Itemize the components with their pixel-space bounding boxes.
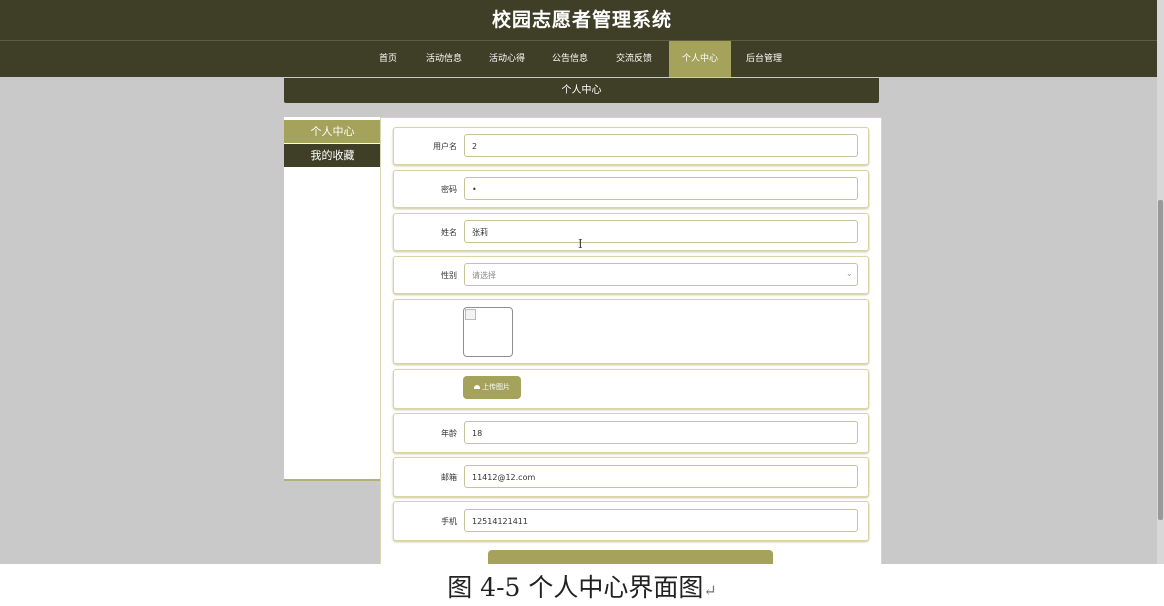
age-field[interactable]: 18 [464, 421, 858, 444]
email-field[interactable]: 11412@12.com [464, 465, 858, 488]
nav-item-experiences[interactable]: 活动心得 [481, 41, 533, 77]
sidebar: 个人中心 我的收藏 [284, 117, 381, 481]
app-title: 校园志愿者管理系统 [491, 9, 672, 31]
age-label: 年龄 [441, 429, 457, 438]
figure-caption: 图 4-5 个人中心界面图↵ [0, 568, 1164, 604]
email-label: 邮箱 [441, 473, 457, 482]
nav-item-feedback[interactable]: 交流反馈 [608, 41, 660, 77]
name-field[interactable]: 张莉 [464, 220, 858, 243]
nav-item-activities[interactable]: 活动信息 [418, 41, 470, 77]
text-cursor-icon: I [578, 237, 583, 251]
phone-field[interactable]: 12514121411 [464, 509, 858, 532]
nav-item-home[interactable]: 首页 [370, 41, 406, 77]
upload-button-label: 上传图片 [482, 383, 510, 391]
gender-label: 性别 [441, 271, 457, 280]
chevron-down-icon: ⌄ [846, 269, 853, 278]
broken-image-icon [465, 309, 476, 320]
gender-select[interactable]: 请选择 [464, 263, 858, 286]
app-screen: 校园志愿者管理系统 首页 活动信息 活动心得 公告信息 交流反馈 个人中心 后台… [0, 0, 1164, 564]
username-field[interactable]: 2 [464, 134, 858, 157]
password-label: 密码 [441, 185, 457, 194]
page-title: 个人中心 [284, 78, 879, 103]
name-label: 姓名 [441, 228, 457, 237]
cloud-upload-icon [474, 385, 480, 389]
paragraph-mark-icon: ↵ [703, 581, 717, 600]
top-bar: 校园志愿者管理系统 [0, 0, 1164, 41]
caption-text: 图 4-5 个人中心界面图 [447, 573, 704, 602]
sidebar-item-favorites[interactable]: 我的收藏 [284, 144, 381, 167]
phone-label: 手机 [441, 517, 457, 526]
username-label: 用户名 [433, 142, 457, 151]
nav-item-personal-center[interactable]: 个人中心 [669, 41, 731, 77]
password-field[interactable]: • [464, 177, 858, 200]
main-nav: 首页 活动信息 活动心得 公告信息 交流反馈 个人中心 后台管理 [0, 41, 1164, 77]
scrollbar-thumb[interactable] [1158, 200, 1163, 520]
upload-image-button[interactable]: 上传图片 [463, 376, 521, 399]
sidebar-item-personal-center[interactable]: 个人中心 [284, 120, 381, 143]
nav-item-admin[interactable]: 后台管理 [738, 41, 790, 77]
submit-button[interactable] [488, 550, 773, 564]
nav-item-notices[interactable]: 公告信息 [544, 41, 596, 77]
